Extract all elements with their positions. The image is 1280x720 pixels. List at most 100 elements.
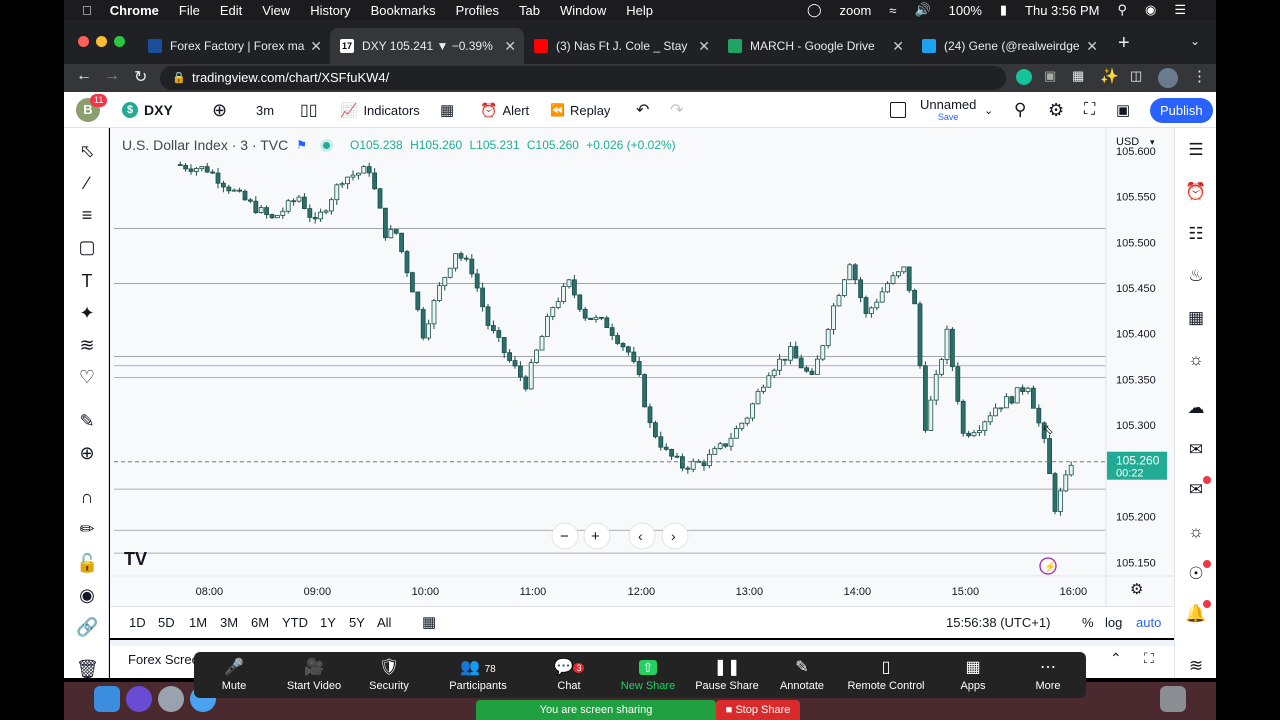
start-video-button[interactable]: 🎥 Start Video (274, 656, 354, 692)
layout-checkbox[interactable] (890, 92, 906, 128)
zoom-status-icon[interactable]: ◯ (807, 2, 822, 18)
range-3m[interactable]: 3M (220, 615, 238, 630)
grammarly-icon[interactable] (1016, 69, 1032, 85)
range-5y[interactable]: 5Y (349, 615, 365, 630)
layout-dropdown-icon[interactable]: ⌄ (984, 92, 993, 128)
brain-bulb-icon[interactable]: ☼ (1184, 520, 1208, 544)
date-range-icon[interactable]: ▦ (422, 613, 436, 631)
menu-window[interactable]: Window (560, 3, 606, 18)
log-toggle[interactable]: log (1105, 615, 1122, 630)
maximize-window-button[interactable] (114, 36, 125, 47)
forecast-icon[interactable]: ≋ (76, 334, 98, 356)
zoom-in-icon[interactable]: ⊕ (76, 442, 98, 464)
timezone-clock[interactable]: 15:56:38 (UTC+1) (946, 615, 1050, 630)
close-tab-icon[interactable]: ✕ (1086, 38, 1098, 55)
pause-share-button[interactable]: ❚❚ Pause Share (687, 656, 767, 692)
range-1m[interactable]: 1M (189, 615, 207, 630)
spotlight-icon[interactable]: ⚲ (1117, 2, 1127, 18)
reload-icon[interactable]: ↻ (134, 67, 147, 87)
new-share-button[interactable]: ⇧ New Share (608, 656, 688, 692)
zoom-status-label[interactable]: zoom (840, 3, 872, 18)
search-button[interactable]: ⚲ (1014, 92, 1026, 128)
eye-icon[interactable]: ◉ (76, 584, 98, 606)
close-window-button[interactable] (78, 36, 89, 47)
security-button[interactable]: 🛡 Security (349, 656, 429, 692)
tradingview-logo[interactable]: TV (124, 549, 147, 569)
tab-forex-factory[interactable]: Forex Factory | Forex mark ✕ (138, 28, 330, 64)
tab-google-drive[interactable]: MARCH - Google Drive ✕ (718, 28, 912, 64)
range-all[interactable]: All (377, 615, 391, 630)
tab-search-icon[interactable]: ⌄ (1190, 34, 1200, 48)
control-center-icon[interactable]: ☰ (1174, 2, 1186, 18)
panel-maximize-icon[interactable]: ⛶ (1144, 650, 1154, 667)
side-panel-icon[interactable]: ◫ (1130, 68, 1142, 84)
settings-button[interactable]: ⚙ (1048, 92, 1064, 128)
percent-toggle[interactable]: % (1082, 615, 1094, 630)
tab-twitter[interactable]: (24) Gene (@realweirdgen ✕ (912, 28, 1106, 64)
replay-button[interactable]: ⏪ Replay (550, 92, 610, 128)
more-button[interactable]: ⋯ More (1008, 656, 1088, 692)
scale-settings-gear-icon[interactable]: ⚙ (1130, 581, 1143, 598)
undo-button[interactable]: ↶ (636, 92, 649, 128)
data-window-icon[interactable]: ☷ (1184, 222, 1208, 246)
tab-dxy[interactable]: 17 DXY 105.241 ▼ −0.39% U ✕ (330, 28, 524, 64)
battery-icon[interactable]: ▮ (1000, 2, 1007, 18)
volume-icon[interactable]: 🔊 (914, 2, 930, 18)
currency-dropdown-icon[interactable]: ▾ (1150, 137, 1155, 147)
snapshot-button[interactable]: ▣ (1116, 92, 1130, 128)
menu-help[interactable]: Help (626, 3, 653, 18)
close-tab-icon[interactable]: ✕ (310, 38, 322, 55)
extensions-icon[interactable]: ✨ (1100, 67, 1119, 85)
remote-control-button[interactable]: ▯ Remote Control (839, 656, 933, 692)
lock-icon[interactable]: 🔓 (76, 552, 98, 574)
menu-view[interactable]: View (262, 3, 290, 18)
layouts-grid-button[interactable]: ▦ (440, 92, 454, 128)
minimize-window-button[interactable] (96, 36, 107, 47)
time-scale[interactable]: 08:00 09:00 10:00 11:00 12:00 13:00 14:00 15:00… (196, 586, 1088, 598)
back-icon[interactable]: ← (76, 67, 92, 85)
chat-button[interactable]: 💬 3 Chat (529, 656, 609, 692)
chart-type-button[interactable]: ▯▯ (300, 92, 318, 128)
calendar-icon[interactable]: ▦ (1184, 306, 1208, 330)
panel-tab-forex-screener[interactable]: Forex Scree (128, 652, 199, 667)
tab-youtube[interactable]: (3) Nas Ft J. Cole _ Stay - ✕ (524, 28, 718, 64)
magnet-icon[interactable]: ∩ (76, 486, 98, 508)
menu-bookmarks[interactable]: Bookmarks (371, 3, 436, 18)
compare-symbol-button[interactable]: ⊕ (212, 92, 227, 128)
forward-icon[interactable]: → (104, 67, 120, 85)
trash-icon[interactable]: 🗑 (76, 658, 99, 680)
battery-percent[interactable]: 100% (949, 3, 982, 18)
ruler-icon[interactable]: ✎ (76, 410, 98, 432)
currency-label[interactable]: USD (1116, 136, 1139, 148)
link-icon[interactable]: 🔗 (76, 616, 98, 638)
cursor-icon[interactable]: ⬁ (76, 140, 98, 162)
redo-button[interactable]: ↷ (670, 92, 683, 128)
clock[interactable]: Thu 3:56 PM (1025, 3, 1099, 18)
alerts-clock-icon[interactable]: ⏰ (1184, 180, 1208, 204)
lock-icon[interactable]: 🔒 (172, 66, 186, 90)
launchpad-icon[interactable] (158, 686, 184, 712)
menu-history[interactable]: History (310, 3, 350, 18)
mute-button[interactable]: 🎤 Mute (194, 656, 274, 692)
close-tab-icon[interactable]: ✕ (504, 38, 516, 55)
stop-share-button[interactable]: ■ Stop Share (716, 700, 800, 720)
hotlists-icon[interactable]: ♨ (1184, 264, 1208, 288)
new-tab-icon[interactable]: + (1118, 32, 1130, 55)
range-1d[interactable]: 1D (129, 615, 146, 630)
profile-avatar[interactable] (1158, 68, 1178, 88)
chrome-menu-icon[interactable]: ⋮ (1192, 67, 1207, 85)
indicators-button[interactable]: 📈 Indicators (340, 92, 420, 128)
apps-button[interactable]: ▦ Apps (933, 656, 1013, 692)
ideas-bulb-icon[interactable]: ☼ (1184, 348, 1208, 372)
url-bar[interactable]: 🔒 tradingview.com/chart/XSFfuKW4/ (160, 66, 1006, 90)
range-5d[interactable]: 5D (158, 615, 175, 630)
layout-name-button[interactable]: Unnamed Save (920, 92, 976, 128)
interval-button[interactable]: 3m (256, 92, 274, 128)
chart-area[interactable]: 105.600 105.550 105.500 105.450 105.400 105.3… (110, 128, 1174, 606)
range-ytd[interactable]: YTD (282, 615, 308, 630)
close-tab-icon[interactable]: ✕ (698, 38, 710, 55)
heart-icon[interactable]: ♡ (76, 366, 98, 388)
trash-dock-icon[interactable] (1160, 686, 1186, 712)
menu-tab[interactable]: Tab (519, 3, 540, 18)
auto-toggle[interactable]: auto (1136, 615, 1161, 630)
